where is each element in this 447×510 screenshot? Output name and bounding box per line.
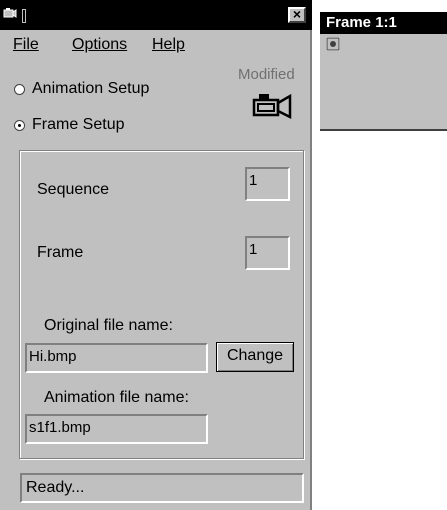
radio-frame-setup[interactable]: Frame Setup (14, 116, 124, 134)
frame-window-edge (320, 129, 447, 131)
radio-circle-icon (14, 83, 25, 95)
sequence-field[interactable]: 1 (245, 167, 290, 201)
frame-window: Frame 1:1 (320, 12, 447, 131)
animation-file-field[interactable]: s1f1.bmp (25, 414, 208, 444)
radio-selected-icon (14, 119, 25, 131)
menu-file[interactable]: File (13, 36, 39, 54)
radio-animation-setup-label: Animation Setup (32, 80, 150, 97)
frame-thumbnail-icon[interactable] (326, 37, 340, 51)
menu-help[interactable]: Help (152, 36, 185, 54)
menu-options[interactable]: Options (72, 36, 127, 54)
title-caret (22, 9, 26, 23)
camera-icon (252, 93, 292, 119)
menu-bar: File Options Help (0, 32, 310, 56)
menu-options-label: Options (72, 36, 128, 53)
frame-field[interactable]: 1 (245, 236, 290, 270)
main-window: × File Options Help Animation Setup Fram… (0, 0, 312, 510)
camera-app-icon[interactable] (3, 7, 17, 20)
radio-animation-setup[interactable]: Animation Setup (14, 80, 149, 98)
sequence-label: Sequence (37, 181, 110, 198)
close-icon: × (292, 6, 302, 22)
frame-window-title[interactable]: Frame 1:1 (320, 12, 447, 34)
frame-label: Frame (37, 244, 84, 261)
status-bar: Ready... (20, 473, 304, 503)
original-file-label: Original file name: (44, 317, 173, 334)
animation-file-label: Animation file name: (44, 389, 189, 406)
title-bar[interactable]: × (0, 0, 312, 30)
close-button[interactable]: × (288, 7, 306, 23)
menu-file-label: File (13, 36, 39, 53)
modified-indicator: Modified (238, 66, 295, 83)
radio-frame-setup-label: Frame Setup (32, 116, 125, 133)
original-file-field[interactable]: Hi.bmp (25, 343, 208, 373)
change-button[interactable]: Change (216, 342, 294, 372)
menu-help-label: Help (152, 36, 185, 53)
